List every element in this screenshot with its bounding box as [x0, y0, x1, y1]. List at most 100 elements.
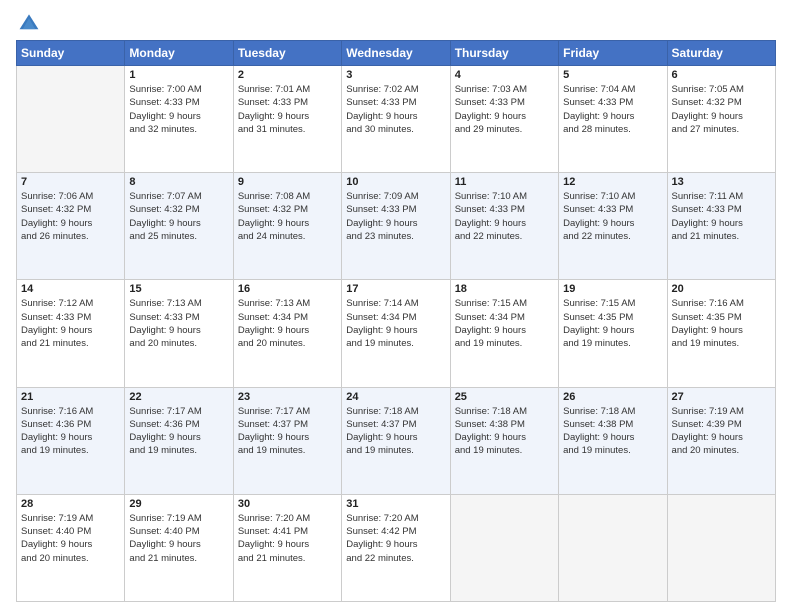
calendar-day-25: 25 Sunrise: 7:18 AM Sunset: 4:38 PM Dayli…	[450, 387, 558, 494]
day-info: Sunrise: 7:11 AM Sunset: 4:33 PM Dayligh…	[672, 190, 771, 243]
day-number: 25	[455, 391, 554, 403]
day-info: Sunrise: 7:02 AM Sunset: 4:33 PM Dayligh…	[346, 83, 445, 136]
day-info: Sunrise: 7:01 AM Sunset: 4:33 PM Dayligh…	[238, 83, 337, 136]
day-number: 7	[21, 176, 120, 188]
day-number: 22	[129, 391, 228, 403]
calendar-day-24: 24 Sunrise: 7:18 AM Sunset: 4:37 PM Dayli…	[342, 387, 450, 494]
calendar-day-28: 28Sunrise: 7:19 AM Sunset: 4:40 PM Dayli…	[17, 494, 125, 601]
day-number: 21	[21, 391, 120, 403]
calendar-day-4: 4 Sunrise: 7:03 AM Sunset: 4:33 PM Daylig…	[450, 66, 558, 173]
day-number: 1	[129, 69, 228, 81]
page: SundayMondayTuesdayWednesdayThursdayFrid…	[0, 0, 792, 612]
calendar-day-31: 31 Sunrise: 7:20 AM Sunset: 4:42 PM Dayli…	[342, 494, 450, 601]
calendar-day-2: 2Sunrise: 7:01 AM Sunset: 4:33 PM Daylig…	[233, 66, 341, 173]
day-number: 4	[455, 69, 554, 81]
calendar-day-1: 1Sunrise: 7:00 AM Sunset: 4:33 PM Daylig…	[125, 66, 233, 173]
day-number: 20	[672, 283, 771, 295]
day-info: Sunrise: 7:19 AM Sunset: 4:39 PM Dayligh…	[672, 405, 771, 458]
day-info: Sunrise: 7:13 AM Sunset: 4:33 PM Dayligh…	[129, 297, 228, 350]
weekday-header-saturday: Saturday	[667, 41, 775, 66]
day-info: Sunrise: 7:15 AM Sunset: 4:34 PM Dayligh…	[455, 297, 554, 350]
day-number: 8	[129, 176, 228, 188]
weekday-header-friday: Friday	[559, 41, 667, 66]
day-number: 6	[672, 69, 771, 81]
calendar-empty-cell	[17, 66, 125, 173]
day-info: Sunrise: 7:13 AM Sunset: 4:34 PM Dayligh…	[238, 297, 337, 350]
day-number: 11	[455, 176, 554, 188]
calendar-day-21: 21 Sunrise: 7:16 AM Sunset: 4:36 PM Dayli…	[17, 387, 125, 494]
calendar-day-18: 18 Sunrise: 7:15 AM Sunset: 4:34 PM Dayli…	[450, 280, 558, 387]
day-number: 23	[238, 391, 337, 403]
day-info: Sunrise: 7:17 AM Sunset: 4:37 PM Dayligh…	[238, 405, 337, 458]
calendar-week-row: 14 Sunrise: 7:12 AM Sunset: 4:33 PM Dayli…	[17, 280, 776, 387]
calendar-week-row: 21 Sunrise: 7:16 AM Sunset: 4:36 PM Dayli…	[17, 387, 776, 494]
day-info: Sunrise: 7:04 AM Sunset: 4:33 PM Dayligh…	[563, 83, 662, 136]
calendar-day-27: 27 Sunrise: 7:19 AM Sunset: 4:39 PM Dayli…	[667, 387, 775, 494]
day-number: 29	[129, 498, 228, 510]
calendar-day-11: 11 Sunrise: 7:10 AM Sunset: 4:33 PM Dayli…	[450, 173, 558, 280]
calendar-day-7: 7 Sunrise: 7:06 AM Sunset: 4:32 PM Daylig…	[17, 173, 125, 280]
weekday-header-thursday: Thursday	[450, 41, 558, 66]
calendar-day-22: 22 Sunrise: 7:17 AM Sunset: 4:36 PM Dayli…	[125, 387, 233, 494]
day-number: 17	[346, 283, 445, 295]
day-info: Sunrise: 7:20 AM Sunset: 4:42 PM Dayligh…	[346, 512, 445, 565]
weekday-header-row: SundayMondayTuesdayWednesdayThursdayFrid…	[17, 41, 776, 66]
day-number: 27	[672, 391, 771, 403]
day-number: 15	[129, 283, 228, 295]
calendar-week-row: 1Sunrise: 7:00 AM Sunset: 4:33 PM Daylig…	[17, 66, 776, 173]
day-info: Sunrise: 7:07 AM Sunset: 4:32 PM Dayligh…	[129, 190, 228, 243]
day-info: Sunrise: 7:10 AM Sunset: 4:33 PM Dayligh…	[455, 190, 554, 243]
day-number: 5	[563, 69, 662, 81]
day-number: 24	[346, 391, 445, 403]
calendar-day-13: 13 Sunrise: 7:11 AM Sunset: 4:33 PM Dayli…	[667, 173, 775, 280]
day-number: 18	[455, 283, 554, 295]
day-info: Sunrise: 7:19 AM Sunset: 4:40 PM Dayligh…	[21, 512, 120, 565]
day-number: 19	[563, 283, 662, 295]
weekday-header-wednesday: Wednesday	[342, 41, 450, 66]
day-info: Sunrise: 7:17 AM Sunset: 4:36 PM Dayligh…	[129, 405, 228, 458]
day-number: 16	[238, 283, 337, 295]
day-number: 12	[563, 176, 662, 188]
logo	[16, 12, 42, 34]
calendar-day-17: 17 Sunrise: 7:14 AM Sunset: 4:34 PM Dayli…	[342, 280, 450, 387]
day-info: Sunrise: 7:09 AM Sunset: 4:33 PM Dayligh…	[346, 190, 445, 243]
calendar-day-16: 16 Sunrise: 7:13 AM Sunset: 4:34 PM Dayli…	[233, 280, 341, 387]
day-info: Sunrise: 7:03 AM Sunset: 4:33 PM Dayligh…	[455, 83, 554, 136]
calendar-day-3: 3 Sunrise: 7:02 AM Sunset: 4:33 PM Daylig…	[342, 66, 450, 173]
day-info: Sunrise: 7:16 AM Sunset: 4:36 PM Dayligh…	[21, 405, 120, 458]
calendar-day-6: 6 Sunrise: 7:05 AM Sunset: 4:32 PM Daylig…	[667, 66, 775, 173]
day-number: 31	[346, 498, 445, 510]
weekday-header-tuesday: Tuesday	[233, 41, 341, 66]
day-number: 14	[21, 283, 120, 295]
calendar-day-23: 23 Sunrise: 7:17 AM Sunset: 4:37 PM Dayli…	[233, 387, 341, 494]
day-number: 26	[563, 391, 662, 403]
calendar-day-19: 19 Sunrise: 7:15 AM Sunset: 4:35 PM Dayli…	[559, 280, 667, 387]
calendar-table: SundayMondayTuesdayWednesdayThursdayFrid…	[16, 40, 776, 602]
day-info: Sunrise: 7:18 AM Sunset: 4:38 PM Dayligh…	[455, 405, 554, 458]
day-number: 13	[672, 176, 771, 188]
day-info: Sunrise: 7:19 AM Sunset: 4:40 PM Dayligh…	[129, 512, 228, 565]
calendar-day-14: 14 Sunrise: 7:12 AM Sunset: 4:33 PM Dayli…	[17, 280, 125, 387]
day-info: Sunrise: 7:15 AM Sunset: 4:35 PM Dayligh…	[563, 297, 662, 350]
weekday-header-sunday: Sunday	[17, 41, 125, 66]
day-number: 3	[346, 69, 445, 81]
day-info: Sunrise: 7:18 AM Sunset: 4:37 PM Dayligh…	[346, 405, 445, 458]
calendar-day-20: 20 Sunrise: 7:16 AM Sunset: 4:35 PM Dayli…	[667, 280, 775, 387]
calendar-empty-cell	[450, 494, 558, 601]
weekday-header-monday: Monday	[125, 41, 233, 66]
day-number: 30	[238, 498, 337, 510]
day-info: Sunrise: 7:16 AM Sunset: 4:35 PM Dayligh…	[672, 297, 771, 350]
day-info: Sunrise: 7:12 AM Sunset: 4:33 PM Dayligh…	[21, 297, 120, 350]
day-info: Sunrise: 7:14 AM Sunset: 4:34 PM Dayligh…	[346, 297, 445, 350]
calendar-day-10: 10Sunrise: 7:09 AM Sunset: 4:33 PM Dayli…	[342, 173, 450, 280]
day-info: Sunrise: 7:06 AM Sunset: 4:32 PM Dayligh…	[21, 190, 120, 243]
day-info: Sunrise: 7:05 AM Sunset: 4:32 PM Dayligh…	[672, 83, 771, 136]
calendar-day-30: 30Sunrise: 7:20 AM Sunset: 4:41 PM Dayli…	[233, 494, 341, 601]
calendar-day-5: 5 Sunrise: 7:04 AM Sunset: 4:33 PM Daylig…	[559, 66, 667, 173]
calendar-empty-cell	[667, 494, 775, 601]
calendar-day-8: 8 Sunrise: 7:07 AM Sunset: 4:32 PM Daylig…	[125, 173, 233, 280]
calendar-day-12: 12 Sunrise: 7:10 AM Sunset: 4:33 PM Dayli…	[559, 173, 667, 280]
calendar-day-29: 29 Sunrise: 7:19 AM Sunset: 4:40 PM Dayli…	[125, 494, 233, 601]
day-info: Sunrise: 7:10 AM Sunset: 4:33 PM Dayligh…	[563, 190, 662, 243]
calendar-day-9: 9Sunrise: 7:08 AM Sunset: 4:32 PM Daylig…	[233, 173, 341, 280]
